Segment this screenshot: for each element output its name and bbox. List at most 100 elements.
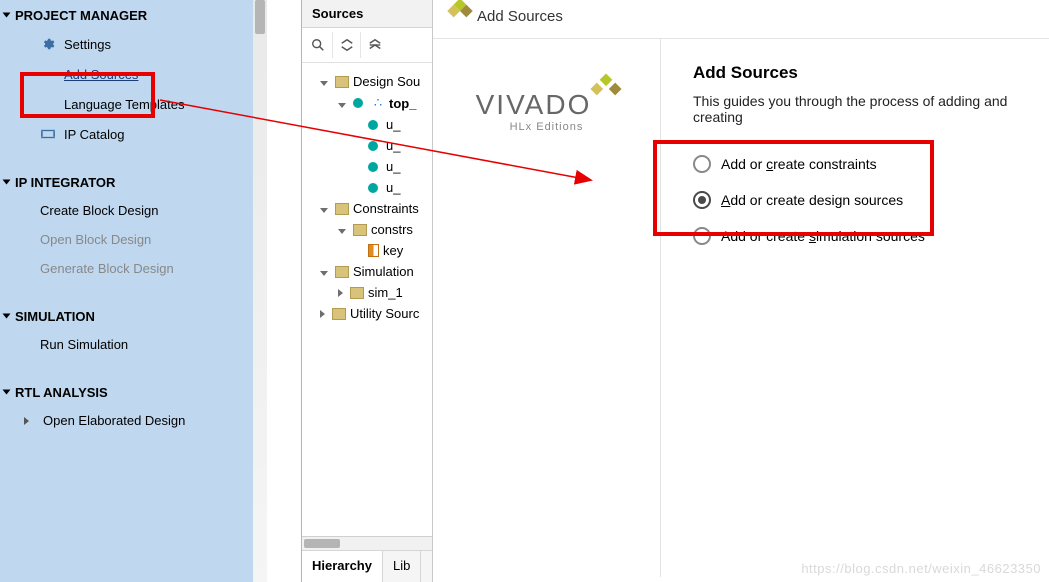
tree-node-label: u_ bbox=[386, 138, 400, 153]
radio-button-icon bbox=[693, 227, 711, 245]
sources-panel-title: Sources bbox=[302, 0, 432, 28]
vivado-chip-icon bbox=[591, 89, 617, 120]
tree-node[interactable]: u_ bbox=[310, 135, 428, 156]
tab-libraries[interactable]: Lib bbox=[383, 551, 421, 582]
collapse-all-button[interactable] bbox=[332, 32, 360, 58]
sidebar-item-open-elaborated-design[interactable]: Open Elaborated Design bbox=[0, 406, 267, 435]
chevron-right-icon bbox=[24, 417, 29, 425]
sidebar-item-run-simulation[interactable]: Run Simulation bbox=[0, 330, 267, 359]
folder-icon bbox=[335, 266, 349, 278]
hierarchy-icon: ∴ bbox=[371, 95, 385, 111]
sidebar-item-open-block-design: Open Block Design bbox=[0, 225, 267, 254]
module-dot-icon bbox=[353, 98, 363, 108]
tree-node-label: constrs bbox=[371, 222, 413, 237]
tree-node[interactable]: u_ bbox=[310, 177, 428, 198]
branding-subtitle: HLx Editions bbox=[476, 121, 618, 133]
twisty-open-icon bbox=[320, 201, 331, 216]
radio-label: Add or create simulation sources bbox=[721, 228, 925, 244]
branding-wordmark: VIVADO bbox=[476, 89, 592, 120]
tree-node-label: u_ bbox=[386, 159, 400, 174]
dialog-title-text: Add Sources bbox=[477, 8, 563, 25]
tree-node-label: Constraints bbox=[353, 201, 419, 216]
dialog-titlebar: Add Sources bbox=[433, 0, 1049, 39]
folder-icon bbox=[332, 308, 346, 320]
tree-node[interactable]: u_ bbox=[310, 114, 428, 135]
sidebar-label: Add Sources bbox=[64, 67, 138, 82]
tree-node-label: Utility Sourc bbox=[350, 306, 419, 321]
sidebar-label: Language Templates bbox=[64, 97, 184, 112]
dialog-heading: Add Sources bbox=[693, 63, 1041, 83]
search-button[interactable] bbox=[304, 32, 332, 58]
twisty-open-icon bbox=[320, 264, 331, 279]
add-sources-dialog: Add Sources VIVADO HLx Editions Add Sour… bbox=[432, 0, 1049, 582]
section-rtl-analysis[interactable]: RTL ANALYSIS bbox=[0, 377, 267, 406]
sources-toolbar bbox=[302, 28, 432, 63]
folder-icon bbox=[335, 76, 349, 88]
module-dot-icon bbox=[368, 162, 378, 172]
sidebar-label: Generate Block Design bbox=[40, 261, 174, 276]
sidebar-scrollbar[interactable] bbox=[253, 0, 267, 582]
vivado-small-icon bbox=[447, 6, 467, 26]
module-dot-icon bbox=[368, 183, 378, 193]
sidebar-label: Run Simulation bbox=[40, 337, 128, 352]
radio-option-1[interactable]: Add or create design sources bbox=[693, 183, 1041, 219]
sidebar-item-settings[interactable]: Settings bbox=[0, 29, 267, 59]
tree-node-label: u_ bbox=[386, 180, 400, 195]
sidebar-label: Settings bbox=[64, 37, 111, 52]
sidebar-label: IP Catalog bbox=[64, 127, 124, 142]
sidebar-label: Create Block Design bbox=[40, 203, 159, 218]
radio-label: Add or create design sources bbox=[721, 192, 903, 208]
source-type-radio-group: Add or create constraints Add or create d… bbox=[693, 147, 1041, 255]
folder-icon bbox=[353, 224, 367, 236]
twisty-open-icon bbox=[338, 96, 349, 111]
gutter bbox=[267, 0, 301, 582]
dialog-content-pane: Add Sources This guides you through the … bbox=[661, 39, 1049, 577]
tree-node[interactable]: constrs bbox=[310, 219, 428, 240]
tree-node[interactable]: Utility Sourc bbox=[310, 303, 428, 324]
sidebar-label: Open Block Design bbox=[40, 232, 151, 247]
sidebar-item-add-sources[interactable]: Add Sources bbox=[0, 59, 267, 89]
module-dot-icon bbox=[368, 120, 378, 130]
module-dot-icon bbox=[368, 141, 378, 151]
tab-hierarchy[interactable]: Hierarchy bbox=[302, 551, 383, 582]
tree-node-label: sim_1 bbox=[368, 285, 403, 300]
tree-node-label: Simulation bbox=[353, 264, 414, 279]
ip-icon bbox=[40, 126, 56, 142]
twisty-closed-icon bbox=[320, 306, 328, 321]
dialog-description: This guides you through the process of a… bbox=[693, 93, 1041, 125]
sources-h-scrollbar[interactable] bbox=[302, 536, 432, 550]
radio-button-icon bbox=[693, 155, 711, 173]
tree-node-label: top_ bbox=[389, 96, 416, 111]
tree-node[interactable]: Design Sou bbox=[310, 71, 428, 92]
sources-tabs: Hierarchy Lib bbox=[302, 550, 432, 582]
sources-panel: Sources Design Sou ∴ top_ u_ u_ u_ u_ Constrai… bbox=[301, 0, 433, 582]
twisty-open-icon bbox=[338, 222, 349, 237]
sources-tree[interactable]: Design Sou ∴ top_ u_ u_ u_ u_ Constraints cons… bbox=[302, 63, 432, 328]
tree-node[interactable]: key bbox=[310, 240, 428, 261]
sidebar-item-ip-catalog[interactable]: IP Catalog bbox=[0, 119, 267, 149]
tree-node[interactable]: u_ bbox=[310, 156, 428, 177]
radio-option-0[interactable]: Add or create constraints bbox=[693, 147, 1041, 183]
tree-node[interactable]: Simulation bbox=[310, 261, 428, 282]
tree-node[interactable]: ∴ top_ bbox=[310, 92, 428, 114]
sidebar-label: Open Elaborated Design bbox=[43, 413, 185, 428]
sidebar-item-language-templates[interactable]: Language Templates bbox=[0, 89, 267, 119]
radio-option-2[interactable]: Add or create simulation sources bbox=[693, 219, 1041, 255]
expand-all-button[interactable] bbox=[360, 32, 388, 58]
sidebar-item-create-block-design[interactable]: Create Block Design bbox=[0, 196, 267, 225]
tree-node-label: key bbox=[383, 243, 403, 258]
constraints-file-icon bbox=[368, 244, 379, 257]
twisty-closed-icon bbox=[338, 285, 346, 300]
gear-icon bbox=[40, 36, 56, 52]
navigator-sidebar: PROJECT MANAGER Settings Add Sources Lan… bbox=[0, 0, 267, 582]
section-ip-integrator[interactable]: IP INTEGRATOR bbox=[0, 167, 267, 196]
dialog-branding-pane: VIVADO HLx Editions bbox=[433, 39, 661, 577]
tree-node-label: Design Sou bbox=[353, 74, 420, 89]
tree-node-label: u_ bbox=[386, 117, 400, 132]
section-simulation[interactable]: SIMULATION bbox=[0, 301, 267, 330]
tree-node[interactable]: sim_1 bbox=[310, 282, 428, 303]
blank-icon bbox=[40, 96, 56, 112]
tree-node[interactable]: Constraints bbox=[310, 198, 428, 219]
section-project-manager[interactable]: PROJECT MANAGER bbox=[0, 0, 267, 29]
blank-icon bbox=[40, 66, 56, 82]
